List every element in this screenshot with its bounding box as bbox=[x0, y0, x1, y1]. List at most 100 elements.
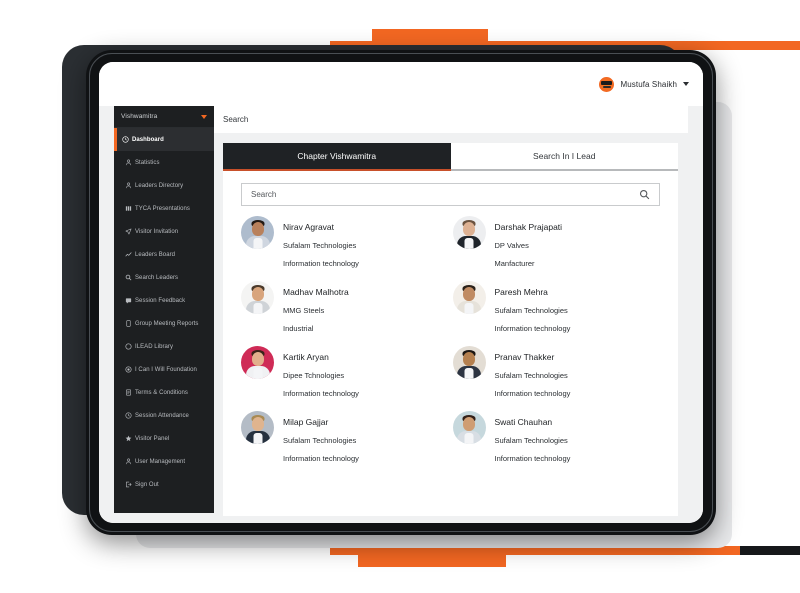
sidebar-item-i-can-i-will-foundation[interactable]: I Can I Will Foundation bbox=[114, 358, 214, 381]
sidebar-item-label: Visitor Invitation bbox=[135, 228, 179, 235]
sidebar-item-label: Terms & Conditions bbox=[135, 389, 188, 396]
contact-card[interactable]: Pranav Thakker Sufalam Technologies Info… bbox=[452, 346, 661, 401]
contact-industry: Information technology bbox=[283, 259, 359, 268]
sidebar-item-search-leaders[interactable]: Search Leaders bbox=[114, 266, 214, 289]
sidebar-item-statistics[interactable]: Statistics bbox=[114, 151, 214, 174]
tab-search-in-i-lead[interactable]: Search In I Lead bbox=[450, 143, 678, 171]
contact-card[interactable]: Nirav Agravat Sufalam Technologies Infor… bbox=[241, 216, 449, 271]
contact-name: Nirav Agravat bbox=[283, 222, 335, 232]
user-menu[interactable]: Mustufa Shaikh bbox=[599, 76, 689, 92]
main-panel: Search Chapter Vishwamitra Search In I L… bbox=[214, 106, 703, 523]
contact-company: DP Valves bbox=[494, 241, 529, 250]
sidebar-item-label: Sign Out bbox=[135, 481, 159, 488]
page-stage: Mustufa Shaikh Vishwamitra Dashboard Sta… bbox=[0, 0, 800, 593]
app-body: Vishwamitra Dashboard Statistics Leaders… bbox=[99, 106, 703, 523]
caret-down-icon bbox=[201, 114, 207, 119]
contact-name: Madhav Malhotra bbox=[283, 287, 349, 297]
contact-card[interactable]: Swati Chauhan Sufalam Technologies Infor… bbox=[452, 411, 661, 466]
clock-icon bbox=[124, 412, 132, 420]
contact-industry: Information technology bbox=[283, 454, 359, 463]
sidebar-item-label: User Management bbox=[135, 458, 186, 465]
chart-line-icon bbox=[124, 251, 132, 259]
chevron-down-icon bbox=[683, 82, 689, 86]
sidebar-item-leaders-board[interactable]: Leaders Board bbox=[114, 243, 214, 266]
avatar bbox=[241, 346, 274, 379]
sidebar-item-terms-conditions[interactable]: Terms & Conditions bbox=[114, 381, 214, 404]
sidebar-item-visitor-invitation[interactable]: Visitor Invitation bbox=[114, 220, 214, 243]
contact-company: MMG Steels bbox=[283, 306, 325, 315]
sidebar-item-tyca-presentations[interactable]: TYCA Presentations bbox=[114, 197, 214, 220]
page-title: Search bbox=[223, 115, 249, 124]
search-icon[interactable] bbox=[639, 189, 650, 200]
contact-card[interactable]: Darshak Prajapati DP Valves Manfacturer bbox=[452, 216, 661, 271]
decor-bar-black bbox=[740, 546, 800, 555]
sidebar-item-label: Group Meeting Reports bbox=[135, 320, 199, 327]
tab-label: Search In I Lead bbox=[533, 151, 596, 161]
contact-company: Sufalam Technologies bbox=[494, 436, 568, 445]
contact-industry: Information technology bbox=[494, 324, 571, 333]
sidebar-chapter-label: Vishwamitra bbox=[121, 113, 158, 120]
dashboard-icon bbox=[121, 136, 129, 144]
contact-card[interactable]: Paresh Mehra Sufalam Technologies Inform… bbox=[452, 281, 661, 336]
contact-company: Sufalam Technologies bbox=[494, 306, 568, 315]
logo-badge-icon bbox=[599, 76, 615, 92]
sidebar-item-sign-out[interactable]: Sign Out bbox=[114, 473, 214, 496]
sidebar-item-label: Visitor Panel bbox=[135, 435, 170, 442]
sidebar-item-session-attendance[interactable]: Session Attendance bbox=[114, 404, 214, 427]
contact-card[interactable]: Kartik Aryan Dipee Tchnologies Informati… bbox=[241, 346, 449, 401]
sidebar-item-ilead-library[interactable]: ILEAD Library bbox=[114, 335, 214, 358]
sidebar-item-label: Session Attendance bbox=[135, 412, 189, 419]
top-bar: Mustufa Shaikh bbox=[99, 62, 703, 106]
sidebar: Vishwamitra Dashboard Statistics Leaders… bbox=[114, 106, 214, 513]
search-placeholder: Search bbox=[251, 190, 277, 199]
sidebar-item-group-meeting-reports[interactable]: Group Meeting Reports bbox=[114, 312, 214, 335]
sidebar-item-label: Statistics bbox=[135, 159, 160, 166]
library-icon bbox=[124, 343, 132, 351]
contact-company: Sufalam Technologies bbox=[494, 371, 568, 380]
presentation-icon bbox=[124, 205, 132, 213]
user-name-label: Mustufa Shaikh bbox=[620, 79, 677, 89]
sidebar-chapter-selector[interactable]: Vishwamitra bbox=[114, 106, 214, 128]
report-icon bbox=[124, 320, 132, 328]
contact-company: Dipee Tchnologies bbox=[283, 371, 345, 380]
contact-name: Pranav Thakker bbox=[494, 352, 555, 362]
contact-industry: Manfacturer bbox=[494, 259, 535, 268]
sign-out-icon bbox=[124, 481, 132, 489]
contact-name: Darshak Prajapati bbox=[494, 222, 563, 232]
sidebar-item-label: I Can I Will Foundation bbox=[135, 366, 197, 373]
sidebar-item-user-management[interactable]: User Management bbox=[114, 450, 214, 473]
tab-label: Chapter Vishwamitra bbox=[297, 151, 377, 161]
contact-name: Milap Gajjar bbox=[283, 417, 329, 427]
avatar bbox=[452, 281, 486, 314]
decor-bar-bottom-small bbox=[358, 555, 506, 567]
avatar bbox=[452, 346, 486, 379]
sidebar-item-label: Session Feedback bbox=[135, 297, 186, 304]
tab-bar: Chapter Vishwamitra Search In I Lead bbox=[223, 143, 678, 171]
decor-bar-top-small bbox=[372, 29, 488, 41]
sidebar-item-leaders-directory[interactable]: Leaders Directory bbox=[114, 174, 214, 197]
avatar bbox=[241, 216, 274, 249]
contact-industry: Information technology bbox=[494, 454, 571, 463]
tab-chapter-vishwamitra[interactable]: Chapter Vishwamitra bbox=[223, 143, 451, 171]
contact-company: Sufalam Technologies bbox=[283, 436, 357, 445]
sidebar-item-label: ILEAD Library bbox=[135, 343, 173, 350]
sidebar-item-session-feedback[interactable]: Session Feedback bbox=[114, 289, 214, 312]
contact-name: Paresh Mehra bbox=[494, 287, 548, 297]
sidebar-item-visitor-panel[interactable]: Visitor Panel bbox=[114, 427, 214, 450]
contact-card[interactable]: Madhav Malhotra MMG Steels Industrial bbox=[241, 281, 449, 336]
tablet-frame-front: Mustufa Shaikh Vishwamitra Dashboard Sta… bbox=[86, 50, 716, 535]
sidebar-item-dashboard[interactable]: Dashboard bbox=[114, 128, 214, 151]
page-header: Search bbox=[214, 106, 688, 133]
foundation-icon bbox=[124, 366, 132, 374]
contact-industry: Information technology bbox=[283, 389, 359, 398]
contact-industry: Information technology bbox=[494, 389, 571, 398]
contact-company: Sufalam Technologies bbox=[283, 241, 357, 250]
contact-industry: Industrial bbox=[283, 324, 314, 333]
sidebar-item-label: Search Leaders bbox=[135, 274, 179, 281]
contact-name: Swati Chauhan bbox=[494, 417, 553, 427]
search-row: Search bbox=[223, 171, 678, 206]
feedback-icon bbox=[124, 297, 132, 305]
contact-card[interactable]: Milap Gajjar Sufalam Technologies Inform… bbox=[241, 411, 449, 466]
user-icon bbox=[124, 458, 132, 466]
search-input[interactable]: Search bbox=[241, 183, 660, 206]
